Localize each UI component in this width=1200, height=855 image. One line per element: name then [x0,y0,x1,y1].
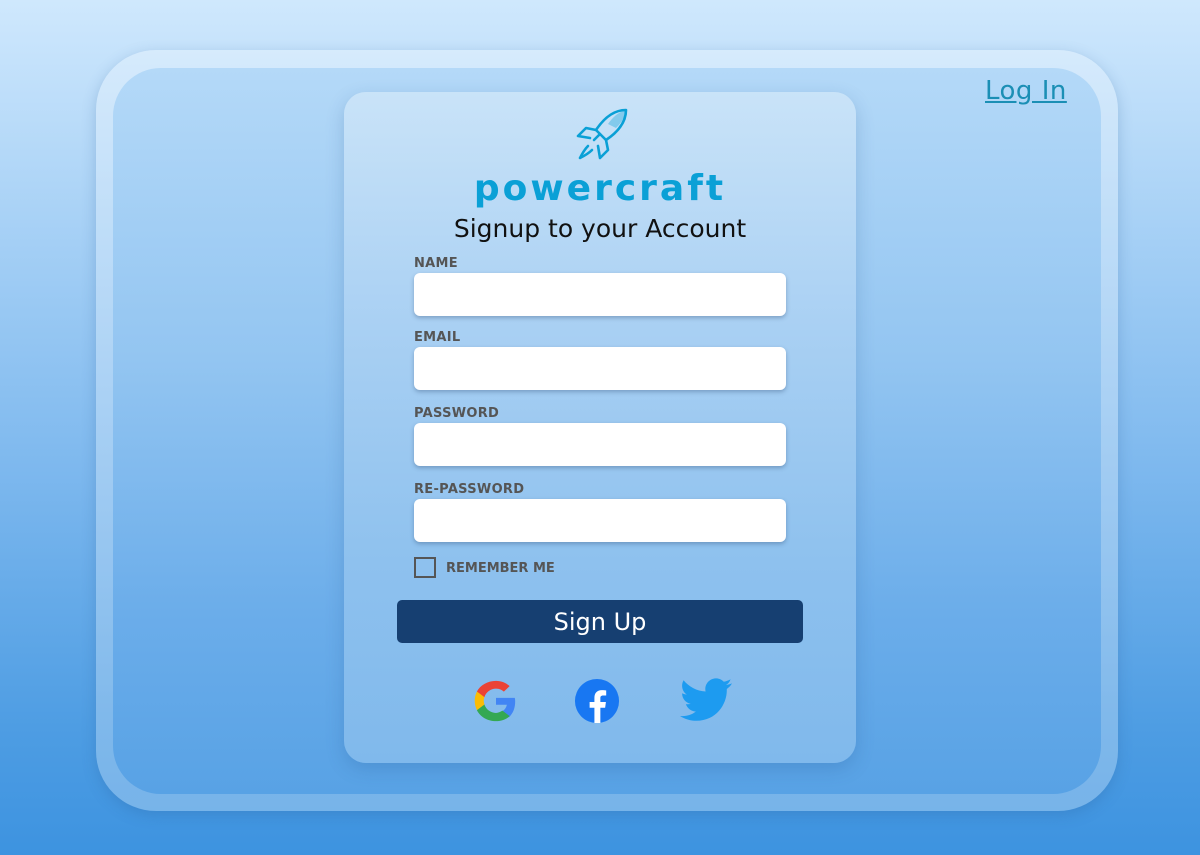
twitter-icon[interactable] [678,678,734,724]
facebook-icon[interactable] [573,678,621,724]
remember-me-label: REMEMBER ME [446,561,555,576]
remember-me-checkbox[interactable] [414,557,436,578]
email-field[interactable] [414,347,786,390]
login-link[interactable]: Log In [985,76,1067,106]
re-password-label: RE-PASSWORD [414,482,525,497]
rocket-icon [576,108,628,160]
google-icon[interactable] [472,678,520,724]
name-field[interactable] [414,273,786,316]
password-field[interactable] [414,423,786,466]
re-password-field[interactable] [414,499,786,542]
sign-up-button[interactable]: Sign Up [397,600,803,643]
password-label: PASSWORD [414,406,500,421]
form-title: Signup to your Account [453,214,747,243]
email-label: EMAIL [414,330,461,345]
name-label: NAME [414,256,458,271]
brand-name: powercraft [473,168,727,209]
